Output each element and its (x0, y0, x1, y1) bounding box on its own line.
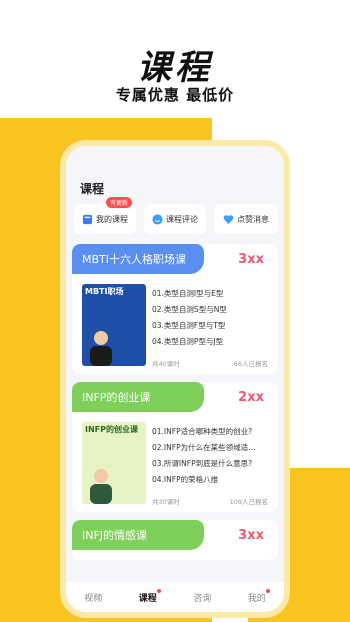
heart-icon (223, 214, 234, 224)
instructor-portrait (90, 469, 112, 504)
tab-courses[interactable]: 课程 (138, 588, 161, 604)
page-title: 课程 (80, 182, 105, 196)
lesson-item[interactable]: 03.类型自测F型与T型 (152, 318, 272, 334)
lesson-item[interactable]: 03.所谓INFP到底是什么意思? (152, 456, 272, 472)
notification-dot (265, 588, 270, 593)
course-footer: 共30课时 109人已报名 (152, 496, 268, 506)
lesson-item[interactable]: 02.类型自测S型与N型 (152, 302, 272, 318)
course-cover: MBTI职场 (82, 284, 146, 366)
course-card-mbti[interactable]: MBTI十六人格职场课 3xx MBTI职场 01.类型自测I型与E型 02.类… (72, 244, 278, 374)
course-footer: 共40课时 66人已报名 (152, 358, 268, 368)
lesson-count: 共40课时 (152, 360, 180, 368)
course-cover: INFP的创业课 (82, 422, 146, 504)
lesson-count: 共30课时 (152, 498, 180, 506)
course-comments-label: 课程评论 (166, 214, 198, 224)
promo-subtitle: 专属优惠 最低价 (115, 86, 235, 104)
course-card-infp[interactable]: INFP的创业课 2xx INFP的创业课 01.INFP适合哪种类型的创业? … (72, 382, 278, 512)
notification-dot (156, 588, 161, 593)
course-price: 2xx (238, 390, 264, 405)
course-comments-button[interactable]: 课程评论 (144, 204, 206, 234)
lesson-item[interactable]: 04.类型自测P型与J型 (152, 334, 272, 350)
course-title: INFJ的情感课 (72, 520, 204, 550)
lesson-item[interactable]: 01.INFP适合哪种类型的创业? (152, 424, 272, 440)
tab-me[interactable]: 我的 (247, 588, 270, 604)
cover-title: INFP的创业课 (85, 425, 138, 434)
lesson-list: 01.INFP适合哪种类型的创业? 02.INFP为什么在某些领域适… 03.所… (152, 424, 272, 488)
lesson-item[interactable]: 04.INFP的荣格八维 (152, 472, 272, 488)
lesson-item[interactable]: 02.INFP为什么在某些领域适… (152, 440, 272, 456)
lesson-item[interactable]: 01.类型自测I型与E型 (152, 286, 272, 302)
cover-title: MBTI职场 (85, 287, 124, 296)
course-title: INFP的创业课 (72, 382, 204, 412)
update-badge: 有更新 (105, 197, 132, 208)
my-courses-label: 我的课程 (96, 214, 128, 224)
tab-video[interactable]: 视频 (84, 591, 102, 604)
likes-label: 点赞消息 (237, 214, 269, 224)
bottom-tab-bar: 视频 课程 咨询 我的 (66, 582, 284, 612)
tab-courses-label: 课程 (138, 593, 157, 604)
phone-frame: 课程 我的课程 有更新 课程评论 点赞消息 MBTI十六人格职场课 3xx MB… (60, 140, 290, 618)
app-screen: 课程 我的课程 有更新 课程评论 点赞消息 MBTI十六人格职场课 3xx MB… (66, 146, 284, 612)
course-price: 3xx (238, 528, 264, 543)
course-title: MBTI十六人格职场课 (72, 244, 204, 274)
quick-actions: 我的课程 有更新 课程评论 点赞消息 (74, 197, 278, 234)
likes-button[interactable]: 点赞消息 (214, 204, 278, 234)
book-icon (82, 214, 93, 224)
tab-me-label: 我的 (247, 593, 266, 604)
my-courses-button[interactable]: 我的课程 有更新 (74, 197, 136, 234)
smile-icon (152, 213, 163, 225)
enrolled-count: 66人已报名 (233, 360, 268, 368)
instructor-portrait (90, 331, 112, 366)
tab-consult[interactable]: 咨询 (193, 591, 211, 604)
course-price: 3xx (238, 252, 264, 267)
course-card-infj[interactable]: INFJ的情感课 3xx (72, 520, 278, 560)
lesson-list: 01.类型自测I型与E型 02.类型自测S型与N型 03.类型自测F型与T型 0… (152, 286, 272, 350)
promo-title: 课程 (137, 48, 213, 88)
enrolled-count: 109人已报名 (229, 498, 268, 506)
